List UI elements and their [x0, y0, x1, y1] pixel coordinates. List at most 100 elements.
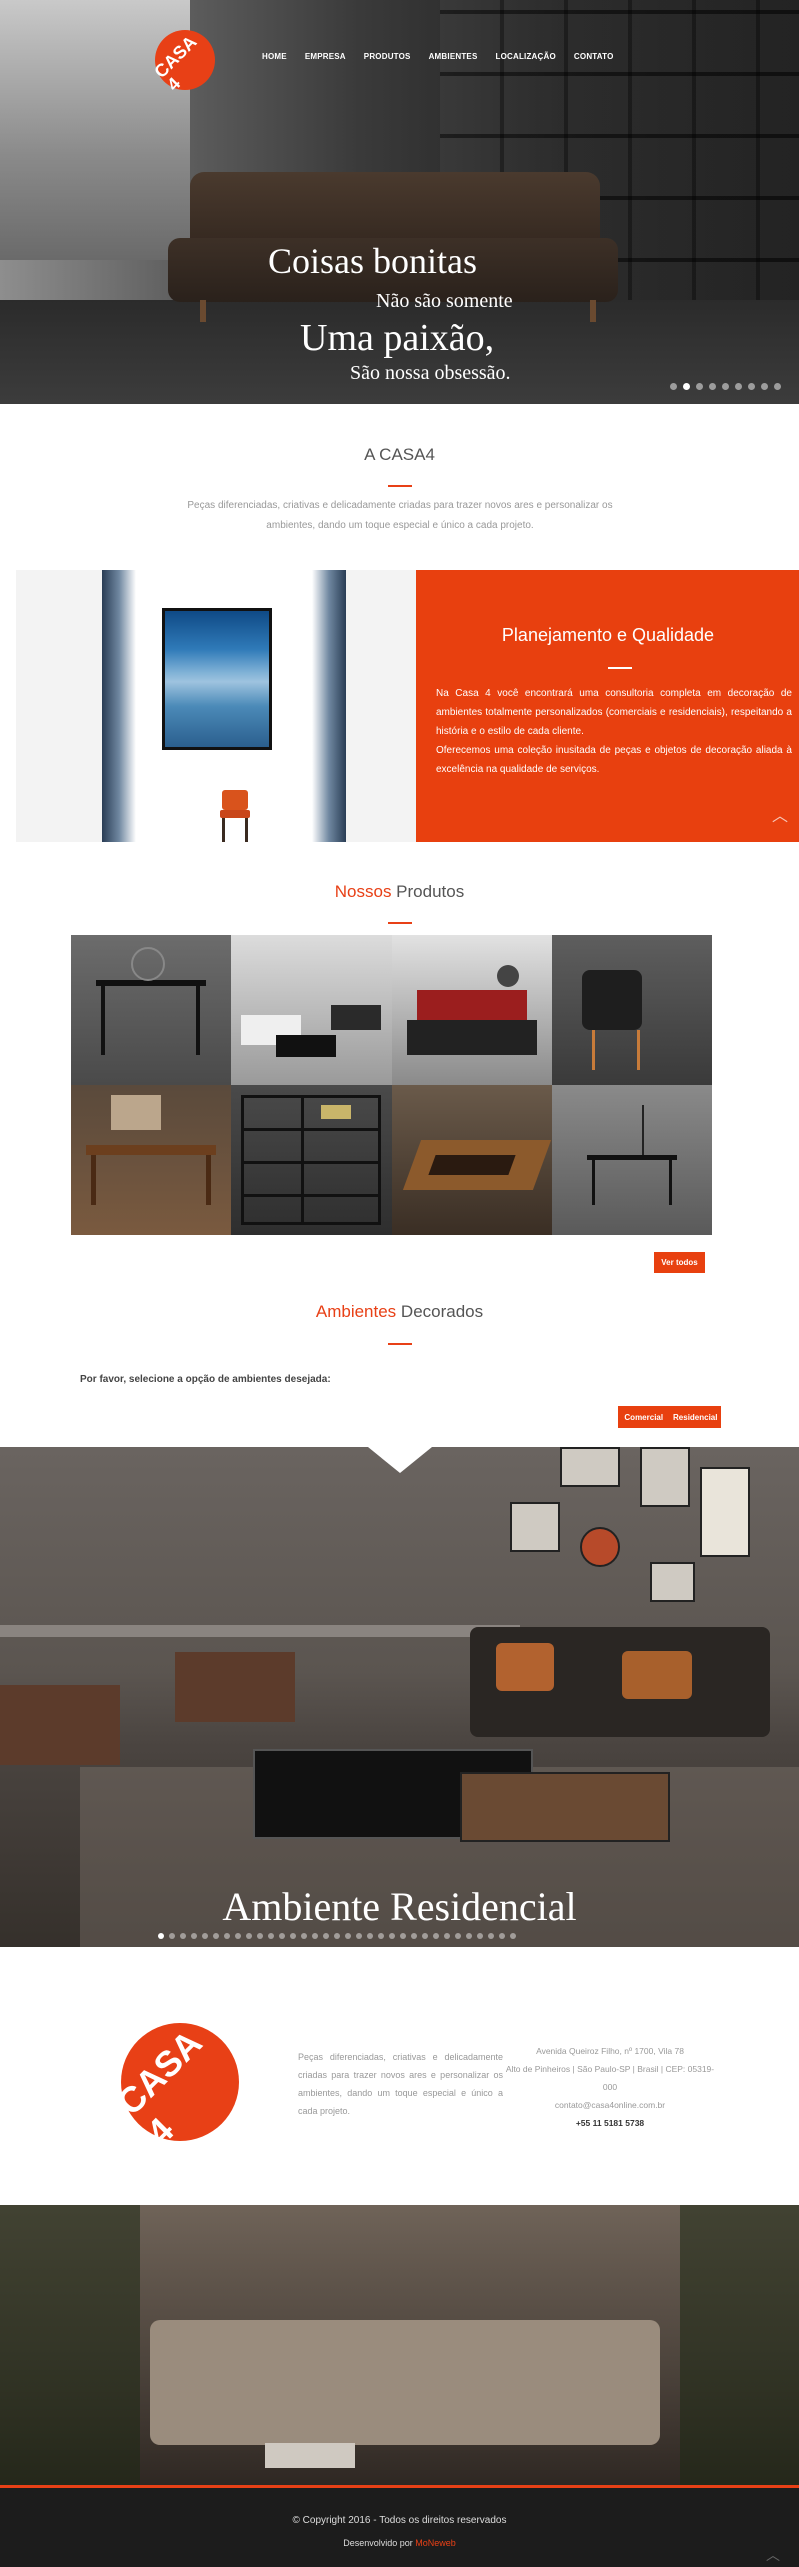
products-grid: [71, 935, 712, 1235]
environment-slider-dot[interactable]: [180, 1933, 186, 1939]
developer-link[interactable]: MoNeweb: [415, 2538, 456, 2548]
hero-slider-dot[interactable]: [709, 383, 716, 390]
hero-slider-dots: [670, 383, 781, 390]
environment-slider-dot[interactable]: [279, 1933, 285, 1939]
environment-slider-dot[interactable]: [334, 1933, 340, 1939]
environment-slider-dot[interactable]: [378, 1933, 384, 1939]
environment-slider-dot[interactable]: [455, 1933, 461, 1939]
environment-slider-dot[interactable]: [224, 1933, 230, 1939]
environment-slider-dots: [158, 1933, 516, 1939]
product-tile-bedroom[interactable]: [391, 935, 552, 1085]
products-title-rest: Produtos: [391, 882, 465, 901]
hero-slider-dot[interactable]: [696, 383, 703, 390]
environments-title-rest: Decorados: [396, 1302, 484, 1321]
wall-art: [700, 1467, 750, 1557]
nav-item-1[interactable]: EMPRESA: [305, 52, 346, 61]
environment-slider-dot[interactable]: [411, 1933, 417, 1939]
hero-sofa-leg: [590, 300, 596, 322]
environment-slider-dot[interactable]: [246, 1933, 252, 1939]
wall-art: [640, 1447, 690, 1507]
footer-description: Peças diferenciadas, criativas e delicad…: [298, 2052, 503, 2116]
footer-table: [265, 2443, 355, 2468]
back-to-top-icon[interactable]: ︿: [766, 2545, 780, 2565]
hero-sofa-leg: [200, 300, 206, 322]
footer-logo[interactable]: CASA 4: [96, 1998, 264, 2166]
product-tile-desk[interactable]: [71, 1085, 232, 1235]
environment-slider-dot[interactable]: [235, 1933, 241, 1939]
product-tile-living-room[interactable]: [231, 935, 392, 1085]
copyright-text: © Copyright 2016 - Todos os direitos res…: [292, 2515, 507, 2526]
wall-art: [510, 1502, 560, 1552]
product-tile-bookshelf[interactable]: [231, 1085, 392, 1235]
room-chair: [175, 1652, 295, 1722]
environment-slider-dot[interactable]: [290, 1933, 296, 1939]
product-tile-coffee-table[interactable]: [391, 1085, 552, 1235]
environment-slider-dot[interactable]: [191, 1933, 197, 1939]
environment-slider-dot[interactable]: [323, 1933, 329, 1939]
environment-slider-dot[interactable]: [422, 1933, 428, 1939]
hero-slider-dot[interactable]: [735, 383, 742, 390]
environment-slider-dot[interactable]: [169, 1933, 175, 1939]
environment-slider-dot[interactable]: [213, 1933, 219, 1939]
environment-slider-dot[interactable]: [444, 1933, 450, 1939]
nav-item-0[interactable]: HOME: [262, 52, 287, 61]
environment-slider-dot[interactable]: [400, 1933, 406, 1939]
environment-slider-dot[interactable]: [367, 1933, 373, 1939]
seascape-frame: [162, 608, 272, 750]
hero-slider-dot[interactable]: [683, 383, 690, 390]
environment-slider-dot[interactable]: [356, 1933, 362, 1939]
environment-slider-dot[interactable]: [202, 1933, 208, 1939]
coffee-table-wood: [460, 1772, 670, 1842]
products-title: Nossos Produtos: [0, 882, 799, 902]
room-chair: [0, 1685, 120, 1765]
hero-slider-dot[interactable]: [761, 383, 768, 390]
environment-slide-title: Ambiente Residencial: [222, 1884, 577, 1929]
hero-window: [0, 0, 190, 260]
environment-slider-dot[interactable]: [345, 1933, 351, 1939]
environment-slider-dot[interactable]: [510, 1933, 516, 1939]
environment-slider-dot[interactable]: [466, 1933, 472, 1939]
hero-line-3: Uma paixão,: [300, 317, 495, 359]
products-title-highlight: Nossos: [334, 882, 392, 901]
environment-slider-dot[interactable]: [257, 1933, 263, 1939]
hero-slider-dot[interactable]: [722, 383, 729, 390]
environment-slider-dot[interactable]: [389, 1933, 395, 1939]
hero-slider-dot[interactable]: [774, 383, 781, 390]
planning-image: [16, 570, 416, 842]
view-all-products-button[interactable]: Ver todos: [654, 1252, 705, 1273]
chevron-up-icon[interactable]: ︿: [772, 802, 788, 826]
wall-shelf: [0, 1625, 520, 1637]
planning-title-underline: [608, 667, 632, 669]
footer-sofa: [150, 2320, 660, 2445]
hero-slider-dot[interactable]: [748, 383, 755, 390]
footer-address: Avenida Queiroz Filho, nº 1700, Vila 78 …: [505, 2042, 715, 2132]
residential-button[interactable]: Residencial: [670, 1406, 722, 1428]
nav-item-3[interactable]: AMBIENTES: [429, 52, 478, 61]
planning-paragraph-1: Na Casa 4 você encontrará uma consultori…: [436, 688, 792, 737]
product-tile-console-table[interactable]: [71, 935, 232, 1085]
nav-item-5[interactable]: CONTATO: [574, 52, 614, 61]
planning-title: Planejamento e Qualidade: [501, 625, 715, 645]
nav-item-2[interactable]: PRODUTOS: [364, 52, 411, 61]
product-tile-armchair[interactable]: [551, 935, 712, 1085]
nav-item-4[interactable]: LOCALIZAÇÃO: [496, 52, 556, 61]
environment-slider-dot[interactable]: [477, 1933, 483, 1939]
environment-slider-dot[interactable]: [488, 1933, 494, 1939]
footer-email[interactable]: contato@casa4online.com.br: [505, 2096, 715, 2114]
plant-right: [680, 2205, 799, 2485]
product-tile-side-table[interactable]: [551, 1085, 712, 1235]
environment-slider-dot[interactable]: [499, 1933, 505, 1939]
about-title-underline: [388, 485, 412, 487]
environment-filter: Comercial Residencial: [618, 1406, 721, 1428]
address-line-2: Alto de Pinheiros | São Paulo-SP | Brasi…: [505, 2064, 715, 2092]
environment-slider-dot[interactable]: [312, 1933, 318, 1939]
environment-slider-dot[interactable]: [268, 1933, 274, 1939]
environment-slider: [0, 1447, 799, 1947]
environment-slider-dot[interactable]: [158, 1933, 164, 1939]
hero-line-1: Coisas bonitas: [268, 241, 478, 281]
commercial-button[interactable]: Comercial: [618, 1406, 670, 1428]
environment-slider-dot[interactable]: [433, 1933, 439, 1939]
developer-credit: Desenvolvido por MoNeweb: [0, 2538, 799, 2548]
hero-slider-dot[interactable]: [670, 383, 677, 390]
environment-slider-dot[interactable]: [301, 1933, 307, 1939]
